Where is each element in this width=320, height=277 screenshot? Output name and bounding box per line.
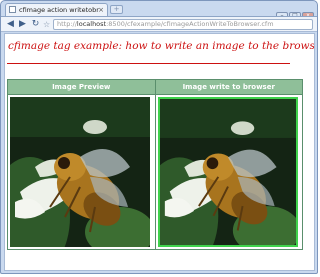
- tab-title: cfimage action writetobrow...: [19, 6, 99, 14]
- bee-image-preview: [10, 97, 150, 247]
- write-cell: [154, 94, 303, 250]
- new-tab-button[interactable]: +: [110, 5, 123, 14]
- back-button[interactable]: ◀: [5, 19, 16, 30]
- address-bar[interactable]: http://localhost:8500/cfexample/cfimageA…: [53, 19, 313, 30]
- forward-button[interactable]: ▶: [17, 19, 28, 30]
- browser-window: cfimage action writetobrow... × + –□x ◀ …: [0, 0, 318, 274]
- reload-button[interactable]: ↻: [30, 19, 41, 30]
- image-comparison-table: Image Preview Image write to browser: [7, 79, 303, 250]
- page-title: cfimage tag example: how to write an ima…: [8, 40, 315, 52]
- url-scheme: http://: [57, 20, 77, 28]
- bookmark-star-icon[interactable]: ☆: [43, 19, 50, 30]
- close-tab-icon[interactable]: ×: [98, 4, 104, 16]
- bee-image-written: [157, 97, 298, 247]
- url-host: localhost: [76, 20, 107, 28]
- page-favicon-icon: [9, 6, 16, 13]
- window-controls: –□x: [275, 2, 314, 20]
- browser-toolbar: ◀ ▶ ↻ ☆ http://localhost:8500/cfexample/…: [1, 16, 317, 32]
- tab-strip: cfimage action writetobrow... × + –□x: [1, 1, 317, 20]
- column-header-preview: Image Preview: [7, 79, 156, 95]
- page-content: cfimage tag example: how to write an ima…: [4, 33, 315, 271]
- preview-cell: [7, 94, 156, 250]
- url-path: :8500/cfexample/cfimageActionWriteToBrow…: [106, 20, 274, 28]
- column-header-write: Image write to browser: [154, 79, 303, 95]
- browser-tab[interactable]: cfimage action writetobrow... ×: [5, 3, 108, 16]
- title-divider: [7, 63, 290, 64]
